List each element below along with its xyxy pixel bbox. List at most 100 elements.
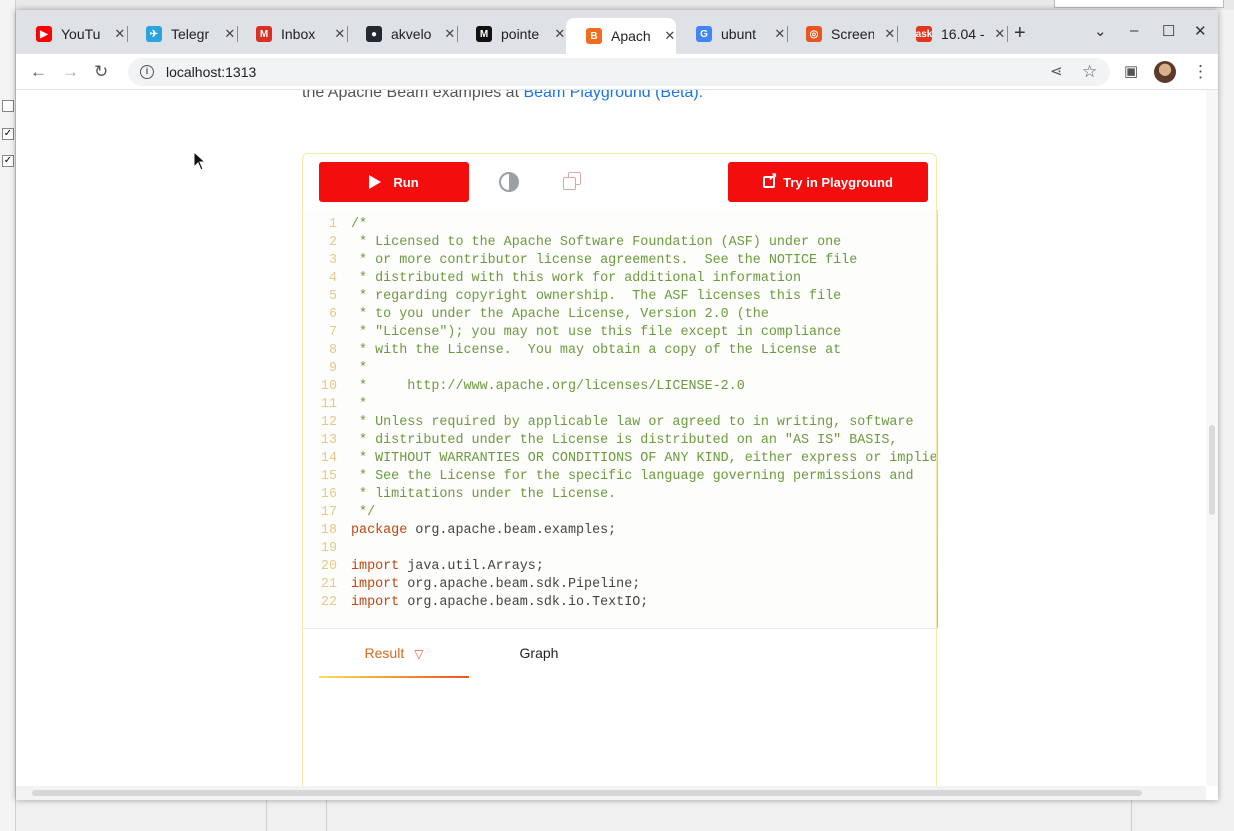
github-icon: ● — [366, 26, 382, 42]
tab-result[interactable]: Result ▽ — [319, 642, 469, 678]
code-token: * "License"); you may not use this file … — [351, 325, 842, 340]
browser-tab-title: Apach — [611, 28, 651, 44]
code-line: 3 * or more contributor license agreemen… — [303, 252, 857, 270]
share-icon[interactable]: ⋖ — [1050, 62, 1063, 80]
tab-graph[interactable]: Graph — [489, 642, 589, 678]
url-text: localhost:1313 — [166, 64, 257, 80]
horizontal-scrollbar[interactable] — [16, 786, 1206, 800]
background-button — [1054, 0, 1224, 8]
close-tab-icon[interactable]: ✕ — [114, 26, 126, 42]
site-info-icon[interactable]: i — [140, 65, 154, 79]
tab-search-icon[interactable]: ⌄ — [1094, 22, 1107, 40]
tab-strip: + ⌄ – ☐ ✕ ▶ YouTu ✕ ✈ Telegr ✕ M Inbox ✕ ● akvelo ✕… — [16, 10, 1218, 54]
close-tab-icon[interactable]: ✕ — [334, 26, 346, 42]
code-line: 12 * Unless required by applicable law o… — [303, 414, 914, 432]
browser-tab[interactable]: Mpointe ✕ — [456, 20, 566, 48]
code-line: 16 * limitations under the License. — [303, 486, 616, 504]
run-button[interactable]: Run — [319, 162, 469, 202]
side-panel-icon[interactable]: ▣ — [1124, 62, 1138, 80]
page-content: the Apache Beam examples at Beam Playgro… — [16, 90, 1206, 786]
line-number: 12 — [320, 415, 337, 430]
browser-tab-title: YouTu — [61, 26, 101, 42]
browser-tab[interactable]: ask 16.04 - ✕ — [896, 20, 1008, 48]
tab-graph-label: Graph — [519, 645, 559, 661]
try-in-playground-label: Try in Playground — [783, 174, 893, 190]
code-token: * — [351, 397, 368, 412]
code-token: * Unless required by applicable law or a… — [351, 415, 914, 430]
code-line: 18 package org.apache.beam.examples; — [303, 522, 616, 540]
maximize-button[interactable]: ☐ — [1162, 22, 1175, 40]
run-label: Run — [393, 174, 419, 190]
browser-tab-title: 16.04 - — [941, 26, 984, 42]
browser-tab[interactable]: ✈ Telegr ✕ — [126, 20, 238, 48]
close-window-button[interactable]: ✕ — [1194, 22, 1207, 40]
back-arrow-icon[interactable]: ← — [30, 62, 47, 82]
browser-tab[interactable]: B Apach ✕ — [566, 18, 676, 54]
scrollbar-thumb[interactable] — [1209, 425, 1215, 515]
line-number: 17 — [320, 505, 337, 520]
code-token: * http://www.apache.org/licenses/LICENSE… — [351, 379, 745, 394]
code-line: 15 * See the License for the specific la… — [303, 468, 914, 486]
line-number: 4 — [328, 271, 337, 286]
code-line: 9 * — [303, 360, 367, 378]
menu-kebab-icon[interactable]: ⋮ — [1192, 62, 1209, 82]
code-token: /* — [351, 217, 368, 232]
close-tab-icon[interactable]: ✕ — [444, 26, 456, 42]
browser-toolbar: ← → ↻ i localhost:1313 ⋖ ☆ ▣ ⋮ — [16, 54, 1218, 90]
code-line: 19 — [303, 540, 351, 558]
browser-tab[interactable]: ▶ YouTu ✕ — [16, 20, 128, 48]
vertical-scrollbar[interactable] — [1206, 90, 1218, 786]
medium-icon: M — [476, 26, 492, 42]
close-tab-icon[interactable]: ✕ — [994, 26, 1006, 42]
close-tab-icon[interactable]: ✕ — [554, 26, 566, 42]
close-tab-icon[interactable]: ✕ — [664, 28, 676, 44]
google-icon: G — [696, 26, 712, 42]
close-tab-icon[interactable]: ✕ — [224, 26, 236, 42]
code-editor[interactable]: 1 /* 2 * Licensed to the Apache Software F… — [303, 210, 936, 628]
try-in-playground-button[interactable]: Try in Playground — [728, 162, 928, 202]
code-token: * with the License. You may obtain a cop… — [351, 343, 842, 358]
browser-tab[interactable]: M Inbox ✕ — [236, 20, 348, 48]
new-tab-button[interactable]: + — [1014, 22, 1026, 45]
line-number: 9 — [328, 361, 337, 376]
copy-icon[interactable] — [563, 172, 583, 192]
code-line: 21 import org.apache.beam.sdk.Pipeline; — [303, 576, 640, 594]
line-number: 3 — [328, 253, 337, 268]
browser-tab-title: pointe — [501, 26, 540, 42]
theme-toggle-icon[interactable] — [499, 172, 519, 192]
minimize-button[interactable]: – — [1130, 22, 1138, 39]
scrollbar-thumb[interactable] — [32, 790, 1142, 796]
line-number: 22 — [320, 595, 337, 610]
code-line: 2 * Licensed to the Apache Software Foun… — [303, 234, 841, 252]
tab-result-label: Result — [364, 645, 405, 661]
code-line: 7 * "License"); you may not use this fil… — [303, 324, 841, 342]
code-line: 1 /* — [303, 216, 367, 234]
forward-arrow-icon[interactable]: → — [62, 62, 79, 82]
browser-tab[interactable]: ● akvelo ✕ — [346, 20, 458, 48]
browser-tab[interactable]: ◎ Screen ✕ — [786, 20, 898, 48]
line-number: 14 — [320, 451, 337, 466]
code-token: * or more contributor license agreements… — [351, 253, 858, 268]
telegram-icon: ✈ — [146, 26, 162, 42]
line-number: 16 — [320, 487, 337, 502]
filter-icon[interactable]: ▽ — [414, 643, 423, 665]
profile-avatar[interactable] — [1154, 61, 1176, 83]
intro-text: the Apache Beam examples at Beam Playgro… — [302, 90, 703, 102]
reload-icon[interactable]: ↻ — [94, 62, 108, 82]
youtube-icon: ▶ — [36, 26, 52, 42]
close-tab-icon[interactable]: ✕ — [774, 26, 786, 42]
background-checkbox — [2, 100, 14, 112]
editor-edge — [937, 210, 938, 628]
line-number: 11 — [320, 397, 337, 412]
code-token: import — [351, 595, 400, 610]
beam-playground-link[interactable]: Beam Playground (Beta). — [523, 90, 703, 101]
code-line: 6 * to you under the Apache License, Ver… — [303, 306, 769, 324]
line-number: 7 — [328, 325, 337, 340]
code-line: 20 import java.util.Arrays; — [303, 558, 544, 576]
address-bar[interactable]: i localhost:1313 — [128, 58, 1110, 86]
browser-tab-title: Telegr — [171, 26, 210, 42]
browser-tab[interactable]: Gubunt ✕ — [676, 20, 788, 48]
close-tab-icon[interactable]: ✕ — [884, 26, 896, 42]
code-token: * to you under the Apache License, Versi… — [351, 307, 769, 322]
bookmark-star-icon[interactable]: ☆ — [1082, 62, 1097, 82]
